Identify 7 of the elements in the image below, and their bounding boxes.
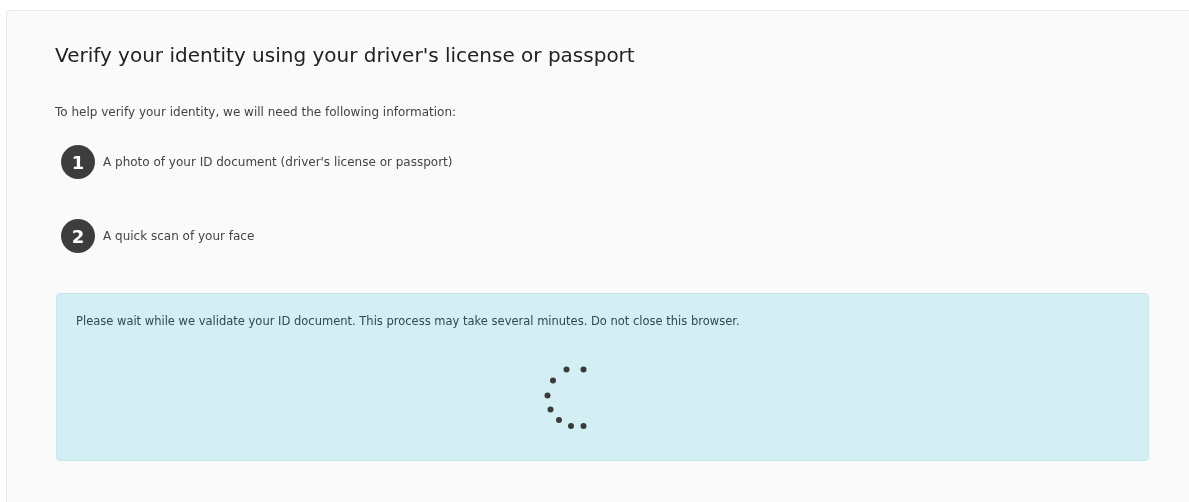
intro-text: To help verify your identity, we will need the following information: bbox=[55, 105, 458, 119]
step-text: A quick scan of your face bbox=[103, 229, 255, 243]
step-number: 1 bbox=[61, 145, 95, 179]
step-text: A photo of your ID document (driver's license or passport) bbox=[103, 155, 453, 169]
step-number: 2 bbox=[61, 219, 95, 253]
page-title: Verify your identity using your driver's license or passport bbox=[55, 43, 636, 67]
notice-text: Please wait while we validate your ID document. This process may take several minutes. Do not close this browser. bbox=[76, 314, 741, 328]
